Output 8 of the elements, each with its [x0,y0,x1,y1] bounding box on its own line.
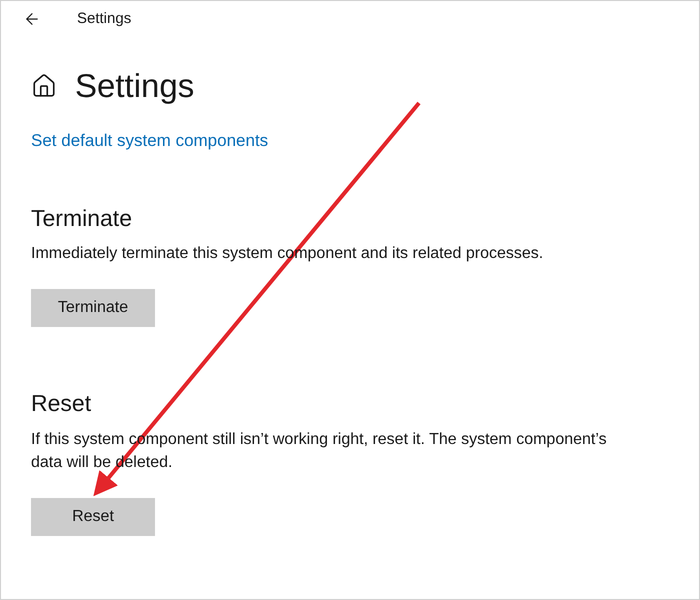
section-heading: Reset [31,389,92,418]
section-heading: Terminate [31,204,133,232]
default-components-link[interactable]: Set default system components [31,128,268,154]
action-button[interactable]: Reset [31,498,155,536]
action-button[interactable]: Terminate [31,289,155,328]
home-icon[interactable] [31,72,57,98]
page-title: Settings [75,69,194,102]
window-title: Settings [77,8,132,29]
